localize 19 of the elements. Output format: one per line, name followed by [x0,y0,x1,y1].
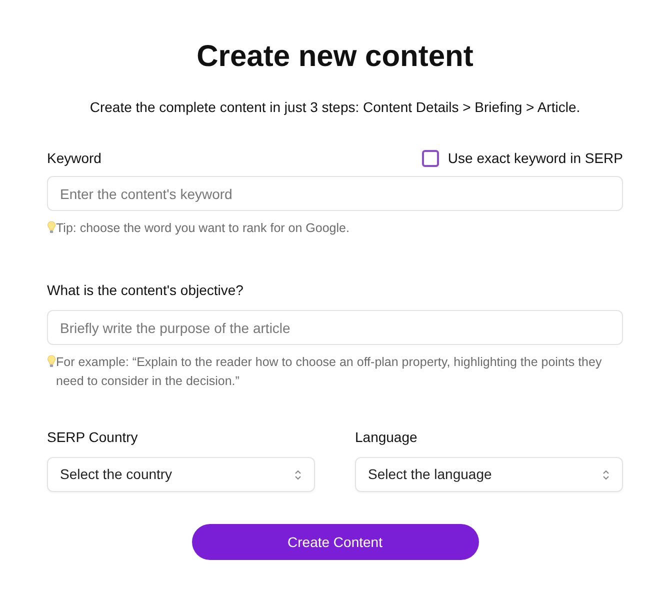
field-label: What is the content's objective? [47,281,244,300]
hint-text: For example: “Explain to the reader how to choose an off-plan property, highlighting the points they need to consider in the decision.” [56,354,603,390]
lightbulb-icon [47,221,56,234]
field-label: SERP Country [47,428,139,447]
hint-text: Tip: choose the word you want to rank for on Google. [56,220,350,237]
page-title: Create new content [196,39,474,75]
field-label: Language [355,428,418,447]
checkbox-label: Use exact keyword in SERP [448,148,623,168]
objective-field[interactable]: Briefly write the purpose of the article [47,310,623,345]
keyword-field[interactable]: Enter the content's keyword [47,176,623,211]
select-dropdown[interactable]: Select the language [355,457,623,492]
field-label: Keyword [47,148,102,168]
lightbulb-icon [47,355,56,368]
chevron-updown-icon [294,468,302,480]
subtitle: Create the complete content in just 3 steps: Content Details > Briefing > Article. [90,98,580,117]
chevron-updown-icon [602,468,610,480]
create-content-button[interactable]: Create Content [192,524,478,560]
select-dropdown[interactable]: Select the country [47,457,315,492]
checkbox[interactable] [422,150,439,166]
